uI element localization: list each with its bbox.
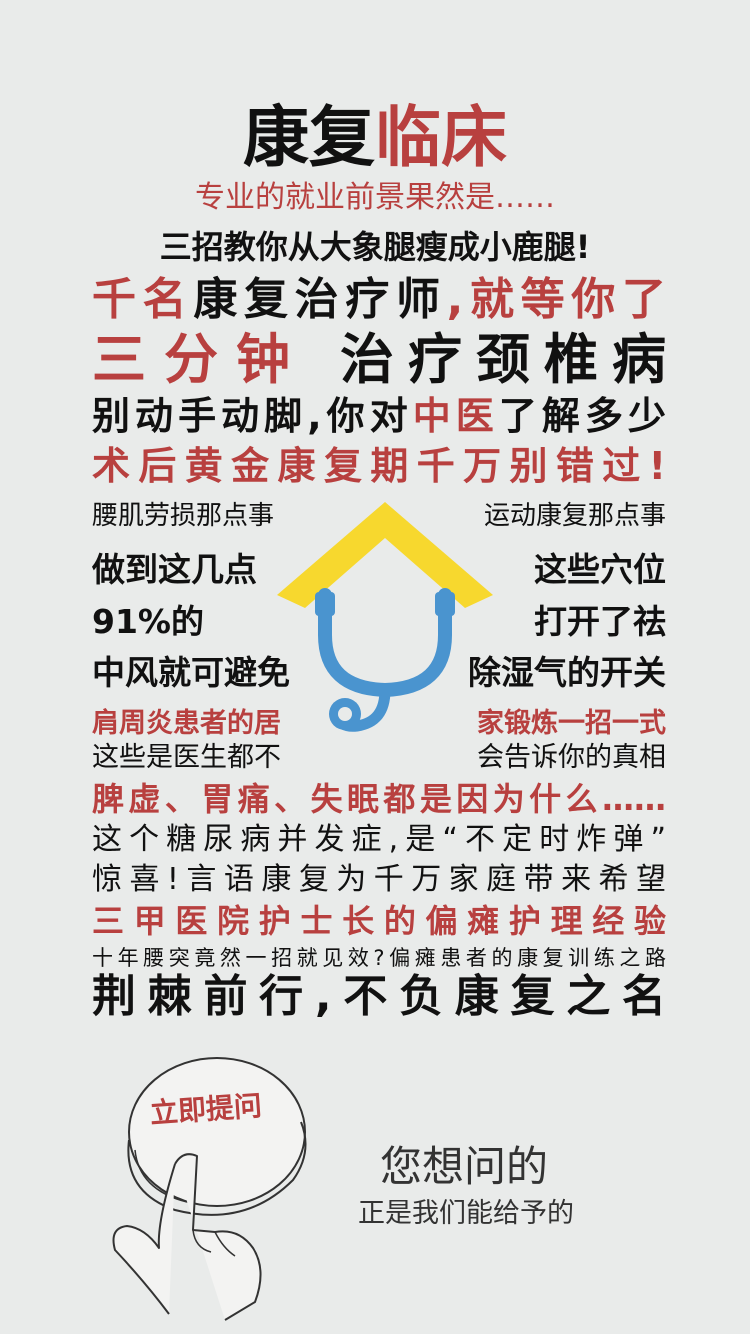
headline-1: 三招教你从大象腿瘦成小鹿腿! bbox=[159, 228, 591, 266]
page-subtitle: 专业的就业前景果然是…… bbox=[195, 180, 555, 215]
headline-4b: 中医 bbox=[412, 394, 499, 438]
right-b: 这些穴位 bbox=[534, 550, 666, 589]
left-f: 这些是医生都不 bbox=[92, 742, 281, 773]
right-c: 打开了祛 bbox=[534, 602, 666, 641]
headline-2a: 千名 bbox=[92, 274, 194, 325]
headline-4c: 了解多少 bbox=[498, 394, 666, 438]
right-f: 会告诉你的真相 bbox=[477, 742, 666, 773]
left-a: 腰肌劳损那点事 bbox=[92, 501, 275, 531]
headline-3: 三分钟 治疗颈椎病 bbox=[92, 328, 666, 392]
headline-4: 别动手动脚,你对中医了解多少 bbox=[92, 392, 666, 440]
headline-2b: 康复治疗师 bbox=[193, 274, 447, 325]
right-a: 运动康复那点事 bbox=[483, 501, 666, 531]
headline-5: 术后黄金康复期千万别错过! bbox=[92, 444, 666, 488]
headline-2: 千名康复治疗师,就等你了 bbox=[92, 274, 666, 326]
cta-line1: 您想问的 bbox=[380, 1142, 549, 1191]
headline-2c: ,就等你了 bbox=[446, 274, 667, 325]
house-stethoscope-icon bbox=[277, 502, 493, 732]
page-title: 康复临床 bbox=[0, 98, 750, 178]
lower-2: 这个糖尿病并发症,是“不定时炸弹” bbox=[92, 822, 666, 857]
lower-4: 三甲医院护士长的偏瘫护理经验 bbox=[92, 902, 666, 940]
cta-line2: 正是我们能给予的 bbox=[358, 1198, 574, 1229]
lower-5: 十年腰突竟然一招就见效?偏瘫患者的康复训练之路 bbox=[92, 946, 666, 970]
lower-6: 荆棘前行,不负康复之名 bbox=[92, 971, 666, 1022]
left-d: 中风就可避免 bbox=[92, 653, 290, 692]
left-c: 91%的 bbox=[92, 602, 204, 641]
right-e: 家锻炼一招一式 bbox=[477, 708, 666, 739]
headline-3a: 三分钟 bbox=[92, 328, 308, 391]
headline-4a: 别动手动脚,你对 bbox=[92, 394, 413, 438]
lower-1: 脾虚、胃痛、失眠都是因为什么…… bbox=[92, 780, 666, 818]
title-part1: 康复 bbox=[243, 99, 375, 176]
ask-button-label[interactable]: 立即提问 bbox=[149, 1086, 264, 1134]
title-part2: 临床 bbox=[375, 99, 507, 176]
right-d: 除湿气的开关 bbox=[468, 653, 666, 692]
lower-3: 惊喜!言语康复为千万家庭带来希望 bbox=[92, 862, 666, 897]
left-e: 肩周炎患者的居 bbox=[92, 708, 281, 739]
left-b: 做到这几点 bbox=[92, 550, 257, 589]
headline-3b: 治疗颈椎病 bbox=[340, 328, 680, 391]
